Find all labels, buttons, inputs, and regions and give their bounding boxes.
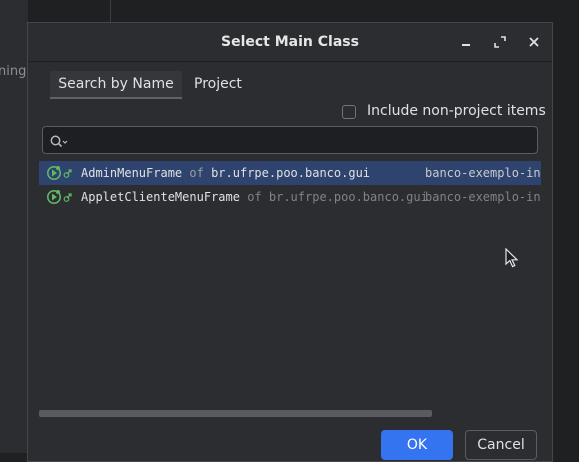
cancel-button[interactable]: Cancel <box>465 430 537 460</box>
of-label: of <box>189 166 204 180</box>
minimize-icon[interactable] <box>456 32 476 52</box>
of-label: of <box>247 190 262 204</box>
module-name: banco-exemplo-int <box>425 166 541 180</box>
class-name: AppletClienteMenuFrame <box>81 190 240 204</box>
search-icon[interactable] <box>50 134 68 153</box>
results-list: AdminMenuFrame of br.ufrpe.poo.banco.gui… <box>39 161 541 399</box>
dialog-titlebar[interactable]: Select Main Class <box>28 23 552 62</box>
package-name: br.ufrpe.poo.banco.gui <box>268 190 428 204</box>
background-panel: ning <box>0 0 28 453</box>
package-name: br.ufrpe.poo.banco.gui <box>211 166 371 180</box>
tab-search-by-name[interactable]: Search by Name <box>50 71 182 99</box>
module-name: banco-exemplo-interfac <box>425 190 541 204</box>
tab-project[interactable]: Project <box>194 71 242 99</box>
maximize-icon[interactable] <box>490 32 510 52</box>
horizontal-scrollbar[interactable] <box>39 410 541 418</box>
search-input[interactable] <box>73 130 532 152</box>
list-item[interactable]: AppletClienteMenuFrame of br.ufrpe.poo.b… <box>39 185 541 209</box>
result-text: AdminMenuFrame of br.ufrpe.poo.banco.gui <box>81 166 370 180</box>
select-main-class-dialog: Select Main Class Search by Name Project… <box>27 22 553 462</box>
include-non-project-label[interactable]: Include non-project items <box>367 103 546 119</box>
background-text: ning <box>0 64 27 79</box>
run-class-icon <box>46 189 76 208</box>
mouse-cursor-icon <box>505 247 519 272</box>
background-divider <box>110 0 111 22</box>
class-name: AdminMenuFrame <box>81 166 183 180</box>
search-box[interactable] <box>42 126 538 154</box>
run-class-icon <box>46 165 76 184</box>
scrollbar-thumb[interactable] <box>39 410 432 417</box>
result-text: AppletClienteMenuFrame of br.ufrpe.poo.b… <box>81 190 428 204</box>
ok-button[interactable]: OK <box>381 430 453 460</box>
close-icon[interactable] <box>524 32 544 52</box>
include-non-project-checkbox[interactable] <box>342 105 356 119</box>
list-item[interactable]: AdminMenuFrame of br.ufrpe.poo.banco.gui… <box>39 161 541 185</box>
